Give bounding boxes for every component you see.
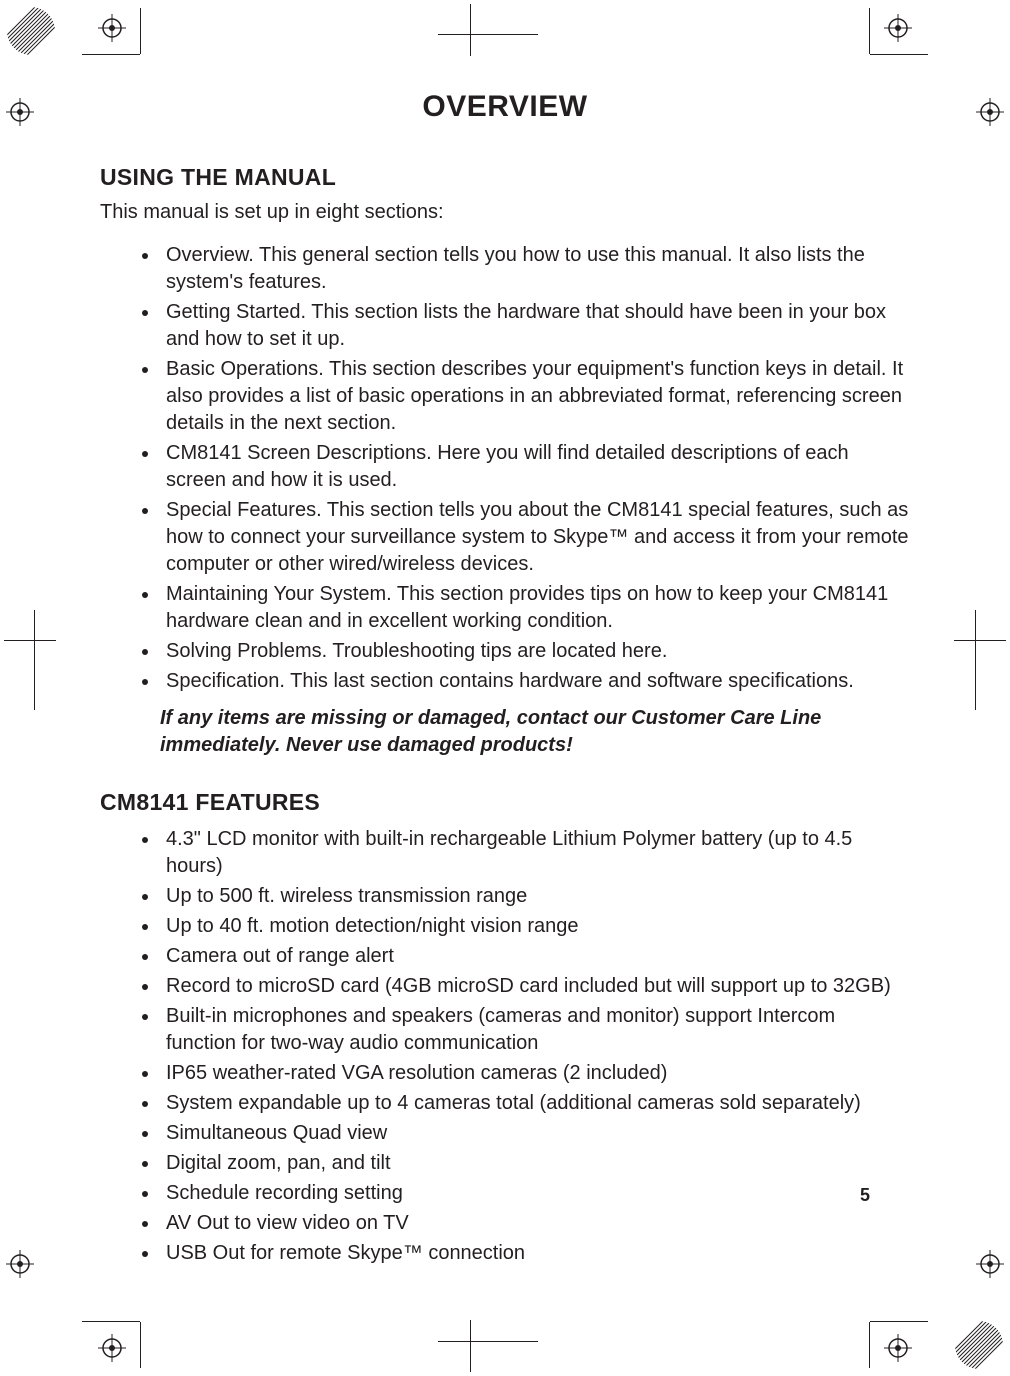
crop-mark-icon (140, 8, 141, 54)
list-item: Solving Problems. Troubleshooting tips a… (160, 638, 910, 665)
page-number: 5 (860, 1185, 870, 1206)
list-item: CM8141 Screen Descriptions. Here you wil… (160, 440, 910, 494)
list-item: Maintaining Your System. This section pr… (160, 581, 910, 635)
list-item: Camera out of range alert (160, 943, 910, 970)
crop-mark-icon (870, 54, 928, 55)
list-item: Basic Operations. This section describes… (160, 356, 910, 437)
list-item: Up to 40 ft. motion detection/night visi… (160, 913, 910, 940)
list-item: Overview. This general section tells you… (160, 242, 910, 296)
list-item: Digital zoom, pan, and tilt (160, 1150, 910, 1177)
list-item: Up to 500 ft. wireless transmission rang… (160, 883, 910, 910)
crop-mark-icon (870, 1321, 928, 1322)
intro-text: This manual is set up in eight sections: (100, 201, 910, 224)
crop-mark-icon (438, 34, 538, 35)
crop-mark-icon (82, 54, 140, 55)
crop-mark-icon (869, 8, 870, 54)
list-item: IP65 weather-rated VGA resolution camera… (160, 1060, 910, 1087)
crop-mark-icon (82, 1321, 140, 1322)
document-page: OVERVIEW USING THE MANUAL This manual is… (0, 0, 1010, 1376)
page-title: OVERVIEW (100, 90, 910, 124)
list-item: AV Out to view video on TV (160, 1210, 910, 1237)
warning-note: If any items are missing or damaged, con… (160, 705, 910, 759)
list-item: 4.3" LCD monitor with built-in rechargea… (160, 826, 910, 880)
crop-mark-icon (869, 1322, 870, 1368)
registration-target-icon (976, 1250, 1004, 1278)
registration-target-icon (884, 14, 912, 42)
page-content: OVERVIEW USING THE MANUAL This manual is… (100, 90, 910, 1277)
registration-hatch-icon (954, 1320, 1004, 1370)
list-item: Simultaneous Quad view (160, 1120, 910, 1147)
registration-target-icon (98, 14, 126, 42)
registration-target-icon (6, 98, 34, 126)
crop-mark-icon (438, 1341, 538, 1342)
list-item: Special Features. This section tells you… (160, 497, 910, 578)
list-item: USB Out for remote Skype™ connection (160, 1240, 910, 1267)
manual-sections-list: Overview. This general section tells you… (100, 242, 910, 695)
list-item: Built-in microphones and speakers (camer… (160, 1003, 910, 1057)
registration-target-icon (98, 1334, 126, 1362)
section-heading-using-manual: USING THE MANUAL (100, 164, 910, 191)
registration-target-icon (884, 1334, 912, 1362)
crop-mark-icon (4, 640, 56, 641)
crop-mark-icon (975, 610, 976, 710)
crop-mark-icon (34, 610, 35, 710)
crop-mark-icon (470, 4, 471, 56)
section-heading-features: CM8141 FEATURES (100, 789, 910, 816)
crop-mark-icon (470, 1320, 471, 1372)
list-item: Schedule recording setting (160, 1180, 910, 1207)
registration-target-icon (976, 98, 1004, 126)
list-item: Record to microSD card (4GB microSD card… (160, 973, 910, 1000)
list-item: System expandable up to 4 cameras total … (160, 1090, 910, 1117)
list-item: Getting Started. This section lists the … (160, 299, 910, 353)
crop-mark-icon (954, 640, 1006, 641)
crop-mark-icon (140, 1322, 141, 1368)
registration-target-icon (6, 1250, 34, 1278)
registration-hatch-icon (6, 6, 56, 56)
features-section: CM8141 FEATURES 4.3" LCD monitor with bu… (100, 789, 910, 1267)
features-list: 4.3" LCD monitor with built-in rechargea… (100, 826, 910, 1267)
list-item: Specification. This last section contain… (160, 668, 910, 695)
